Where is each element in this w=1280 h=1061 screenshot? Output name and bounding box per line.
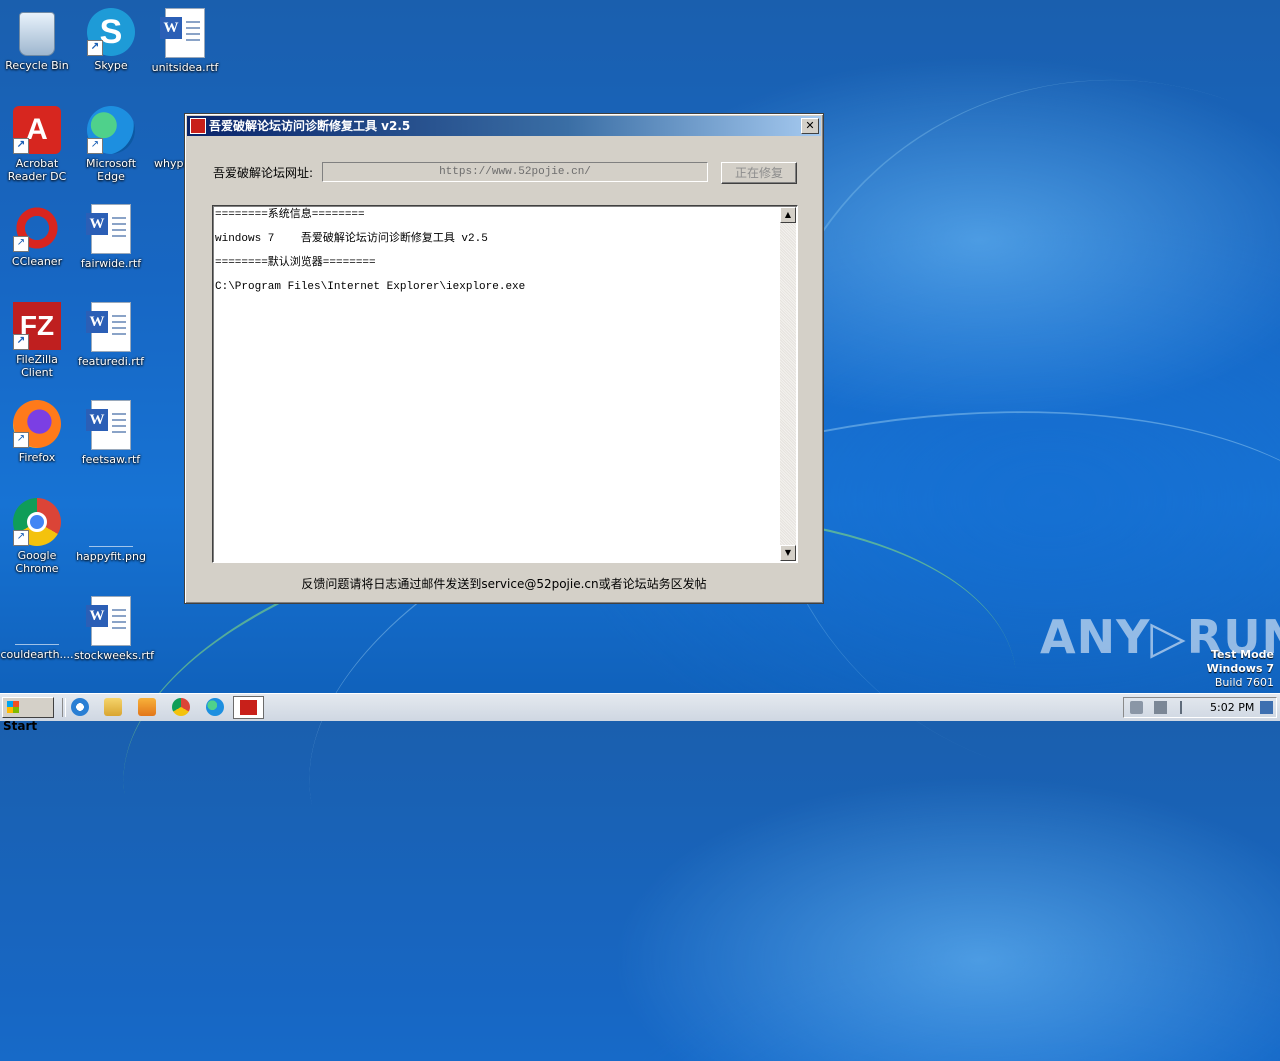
app-logo-icon [190,118,206,134]
test-mode-line: Test Mode [1211,648,1274,661]
desktop-icon-recycle-bin[interactable]: Recycle Bin [0,8,74,72]
desktop-icon-featuredi[interactable]: W featuredi.rtf [74,302,148,368]
media-player-icon[interactable] [138,698,156,716]
show-desktop-icon[interactable] [1260,701,1273,714]
skype-icon: S ↗ [87,8,135,56]
log-line: C:\Program Files\Internet Explorer\iexpl… [215,281,526,293]
feedback-text: 反馈问题请将日志通过邮件发送到service@52pojie.cn或者论坛站务区… [301,577,707,591]
desktop-icon-happyfit[interactable]: happyfit.png [74,498,148,563]
edge-icon: ↗ [87,106,135,154]
firefox-icon: ↗ [13,400,61,448]
test-mode-line: Windows 7 [1206,662,1274,675]
desktop-icon-label: happyfit.png [76,550,146,563]
desktop-icon-label: couldearth.... [0,648,74,661]
chrome-taskbar-icon[interactable] [172,698,190,716]
shortcut-arrow-icon: ↗ [13,334,29,350]
url-field: https://www.52pojie.cn/ [322,162,708,182]
taskbar-separator [62,698,66,717]
desktop-icon-label: CCleaner [11,255,63,268]
scroll-down-button[interactable]: ▼ [780,545,796,561]
desktop-icon-acrobat[interactable]: A ↗ Acrobat Reader DC [0,106,74,183]
desktop-icon-unitsidea[interactable]: W unitsidea.rtf [148,8,222,74]
desktop-icon-feetsaw[interactable]: W feetsaw.rtf [74,400,148,466]
vertical-scrollbar[interactable]: ▲ ▼ [780,207,796,561]
log-content: ========系统信息======== windows 7 吾爱破解论坛访问诊… [215,208,779,304]
window-titlebar[interactable]: 吾爱破解论坛访问诊断修复工具 v2.5 ✕ [187,116,821,136]
scroll-up-button[interactable]: ▲ [780,207,796,223]
log-line: ========系统信息======== [215,209,365,221]
desktop-icon-edge[interactable]: ↗ Microsoft Edge [74,106,148,183]
chrome-icon: ↗ [13,498,61,546]
word-document-icon: W [86,204,131,254]
windows-flag-icon [7,701,19,713]
desktop-icon-ccleaner[interactable]: ↗ CCleaner [0,204,74,268]
ccleaner-icon: ↗ [13,204,61,252]
edge-taskbar-icon[interactable] [206,698,224,716]
shortcut-arrow-icon: ↗ [87,40,103,56]
file-explorer-icon[interactable] [104,698,122,716]
shortcut-arrow-icon: ↗ [13,138,29,154]
desktop-icon-stockweeks[interactable]: W stockweeks.rtf [74,596,155,662]
shortcut-arrow-icon: ↗ [13,530,29,546]
recycle-bin-icon [19,12,55,56]
file-icon [15,596,59,645]
desktop-icon-label: featuredi.rtf [78,355,144,368]
desktop-icon-chrome[interactable]: ↗ Google Chrome [0,498,74,575]
log-textarea[interactable]: ========系统信息======== windows 7 吾爱破解论坛访问诊… [212,205,798,563]
window-title: 吾爱破解论坛访问诊断修复工具 v2.5 [209,119,411,133]
taskbar-repair-tool-button[interactable] [233,696,264,719]
repair-tool-window: 吾爱破解论坛访问诊断修复工具 v2.5 ✕ 吾爱破解论坛网址: https://… [184,113,824,604]
test-mode-notice: Test Mode Windows 7 Build 7601 [1207,648,1274,690]
start-button[interactable]: Start [2,697,54,733]
close-button[interactable]: ✕ [801,118,819,134]
desktop-icon-filezilla[interactable]: FZ ↗ FileZilla Client [0,302,74,379]
desktop-icon-label: fairwide.rtf [80,257,142,270]
desktop-icon-label: Microsoft Edge [85,157,137,183]
desktop-icon-label: feetsaw.rtf [81,453,141,466]
word-document-icon: W [86,302,131,352]
shortcut-arrow-icon: ↗ [87,138,103,154]
acrobat-icon: A ↗ [13,106,61,154]
volume-icon[interactable] [1130,701,1143,714]
desktop-icon-firefox[interactable]: ↗ Firefox [0,400,74,464]
word-document-icon: W [160,8,205,58]
taskbar-clock[interactable]: 5:02 PM [1210,698,1254,717]
desktop-icon-label: Skype [94,59,128,72]
internet-explorer-icon[interactable] [71,698,89,716]
word-document-icon: W [86,596,131,646]
desktop-icon-label: whypa [154,157,188,170]
desktop-icon-label: Firefox [18,451,56,464]
action-center-flag-icon[interactable] [1180,701,1193,714]
filezilla-icon: FZ ↗ [13,302,61,350]
file-icon [153,106,183,154]
desktop-icon-label: Recycle Bin [5,59,69,72]
taskbar: Start 5:02 PM [0,693,1280,733]
desktop-icon-label: Google Chrome [15,549,59,575]
app-logo-icon [240,700,257,715]
desktop-icon-fairwide[interactable]: W fairwide.rtf [74,204,148,270]
network-icon[interactable] [1154,701,1167,714]
log-line: windows 7 吾爱破解论坛访问诊断修复工具 v2.5 [215,233,488,245]
desktop-icon-label: unitsidea.rtf [151,61,219,74]
desktop-icon-label: FileZilla Client [16,353,58,379]
repair-button[interactable]: 正在修复 [721,162,797,184]
url-label: 吾爱破解论坛网址: [213,166,314,180]
system-tray: 5:02 PM [1123,697,1277,718]
log-line: ========默认浏览器======== [215,257,376,269]
desktop-icon-whypa[interactable]: whypa [148,106,188,170]
word-document-icon: W [86,400,131,450]
start-label: Start [3,719,38,733]
desktop-icon-label: Acrobat Reader DC [7,157,67,183]
desktop-icon-couldearth[interactable]: couldearth.... [0,596,74,661]
shortcut-arrow-icon: ↗ [13,236,29,252]
desktop-icon-skype[interactable]: S ↗ Skype [74,8,148,72]
test-mode-line: Build 7601 [1214,676,1274,689]
shortcut-arrow-icon: ↗ [13,432,29,448]
image-file-icon [89,498,133,547]
desktop-icon-label: stockweeks.rtf [74,649,155,662]
